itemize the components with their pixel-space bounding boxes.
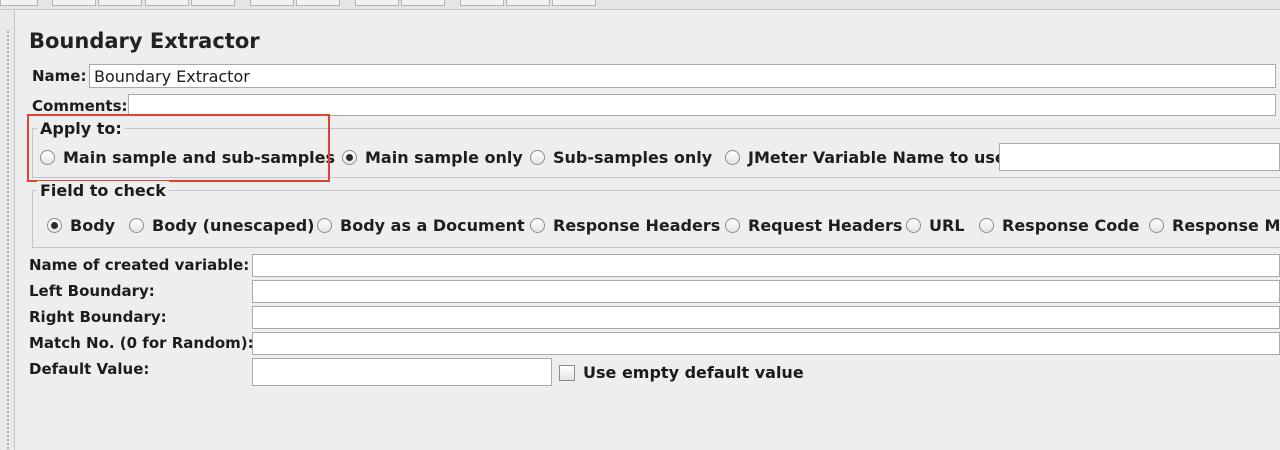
toolbar-button[interactable]: [460, 0, 504, 6]
radio-button-icon: [530, 218, 545, 233]
default-value-input[interactable]: [252, 358, 552, 386]
radio-button-selected-icon: [47, 218, 62, 233]
radio-label: Body as a Document: [340, 216, 525, 235]
radio-button-selected-icon: [342, 150, 357, 165]
radio-request-headers[interactable]: Request Headers: [725, 216, 902, 235]
use-empty-default-checkbox[interactable]: Use empty default value: [559, 363, 804, 382]
toolbar-button[interactable]: [296, 0, 340, 6]
radio-button-icon: [530, 150, 545, 165]
radio-label: Body: [70, 216, 116, 235]
radio-body[interactable]: Body: [47, 216, 115, 235]
toolbar-button[interactable]: [98, 0, 142, 6]
radio-button-icon: [1149, 218, 1164, 233]
radio-button-icon: [906, 218, 921, 233]
toolbar-button[interactable]: [0, 0, 38, 6]
radio-body-as-document[interactable]: Body as a Document: [317, 216, 525, 235]
radio-label: JMeter Variable Name to use: [748, 148, 1006, 167]
toolbar-button[interactable]: [506, 0, 550, 6]
right-boundary-input[interactable]: [252, 306, 1280, 329]
checkbox-label: Use empty default value: [583, 363, 804, 382]
name-label: Name:: [32, 67, 87, 85]
radio-response-code[interactable]: Response Code: [979, 216, 1140, 235]
splitter-handle[interactable]: [0, 10, 14, 450]
radio-label: Main sample only: [365, 148, 523, 167]
radio-button-icon: [979, 218, 994, 233]
radio-button-icon: [725, 218, 740, 233]
radio-main-sample-only[interactable]: Main sample only: [342, 148, 523, 167]
grip-dots: [6, 30, 10, 450]
radio-sub-samples-only[interactable]: Sub-samples only: [530, 148, 712, 167]
comments-label: Comments:: [32, 97, 128, 115]
comments-input[interactable]: [128, 94, 1276, 116]
left-boundary-input[interactable]: [252, 280, 1280, 303]
radio-label: Response Message: [1172, 216, 1280, 235]
toolbar-button[interactable]: [250, 0, 294, 6]
radio-response-message[interactable]: Response Message: [1149, 216, 1280, 235]
radio-response-headers[interactable]: Response Headers: [530, 216, 720, 235]
toolbar-button[interactable]: [52, 0, 96, 6]
default-value-label: Default Value:: [29, 360, 150, 378]
radio-label: Body (unescaped): [152, 216, 315, 235]
toolbar-button[interactable]: [145, 0, 189, 6]
radio-label: Request Headers: [748, 216, 903, 235]
response-message-clip: Response Message: [1149, 210, 1280, 240]
jmeter-variable-input[interactable]: [999, 143, 1280, 171]
name-input[interactable]: Boundary Extractor: [89, 64, 1276, 88]
created-variable-label: Name of created variable:: [29, 256, 250, 274]
radio-label: URL: [929, 216, 965, 235]
toolbar-button[interactable]: [552, 0, 596, 6]
radio-button-icon: [129, 218, 144, 233]
checkbox-icon: [559, 364, 575, 381]
toolbar-button[interactable]: [191, 0, 235, 6]
right-boundary-label: Right Boundary:: [29, 308, 167, 326]
toolbar: [0, 0, 1280, 10]
radio-jmeter-variable[interactable]: JMeter Variable Name to use: [725, 148, 1006, 167]
radio-button-icon: [317, 218, 332, 233]
left-boundary-label: Left Boundary:: [29, 282, 155, 300]
toolbar-button[interactable]: [401, 0, 445, 6]
created-variable-input[interactable]: [252, 254, 1280, 277]
toolbar-button[interactable]: [355, 0, 399, 6]
radio-label: Response Headers: [553, 216, 721, 235]
match-no-label: Match No. (0 for Random):: [29, 334, 254, 352]
page-title: Boundary Extractor: [29, 29, 260, 53]
radio-label: Sub-samples only: [553, 148, 713, 167]
radio-body-unescaped[interactable]: Body (unescaped): [129, 216, 314, 235]
radio-url[interactable]: URL: [906, 216, 965, 235]
radio-button-icon: [725, 150, 740, 165]
highlight-box: [27, 114, 330, 182]
field-to-check-legend: Field to check: [37, 181, 169, 200]
match-no-input[interactable]: [252, 332, 1280, 355]
radio-label: Response Code: [1002, 216, 1140, 235]
